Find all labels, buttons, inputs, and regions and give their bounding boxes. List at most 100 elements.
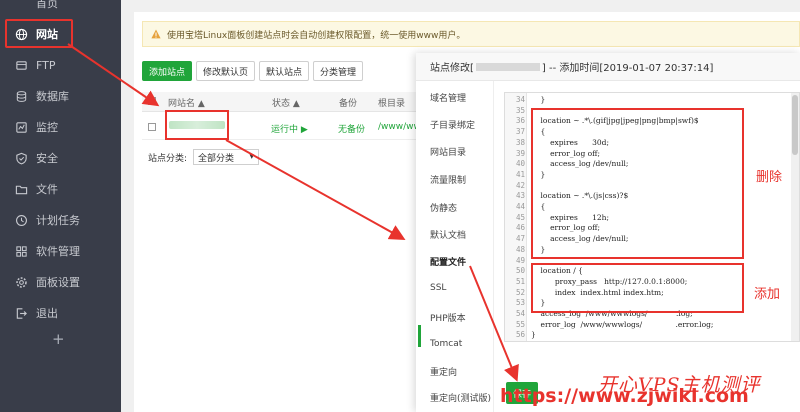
editor-scrollbar-thumb[interactable] bbox=[792, 95, 798, 155]
tab-config-file[interactable]: 配置文件 bbox=[430, 255, 466, 268]
database-icon bbox=[14, 89, 28, 103]
sidebar: 首页 网站 FTP 数据库 监控 安全 文件 计划任务 软件管理 面板设置 退出… bbox=[0, 0, 121, 412]
sidebar-item-label: 软件管理 bbox=[36, 245, 80, 258]
line-number: 37 bbox=[515, 127, 525, 137]
sidebar-item-settings[interactable]: 面板设置 bbox=[0, 267, 121, 297]
line-number: 45 bbox=[515, 212, 525, 222]
line-number: 42 bbox=[515, 180, 525, 190]
warning-icon bbox=[151, 29, 161, 39]
site-category-filter: 站点分类: 全部分类 ▾ bbox=[148, 149, 260, 165]
line-number: 44 bbox=[515, 202, 525, 211]
row-checkbox[interactable] bbox=[148, 123, 156, 131]
line-number: 47 bbox=[515, 234, 525, 244]
sidebar-item-label: 退出 bbox=[36, 307, 58, 320]
sidebar-item-label: 计划任务 bbox=[36, 214, 80, 227]
line-number: 46 bbox=[515, 223, 525, 233]
highlight-box-site-name bbox=[165, 110, 229, 140]
line-number: 35 bbox=[515, 105, 525, 115]
toolbar: 添加站点 修改默认页 默认站点 分类管理 bbox=[142, 61, 367, 81]
line-number: 54 bbox=[515, 309, 525, 318]
notice-text: 使用宝塔Linux面板创建站点时会自动创建权限配置，统一使用www用户。 bbox=[167, 30, 466, 41]
gear-icon bbox=[14, 275, 28, 289]
ftp-icon bbox=[14, 58, 28, 72]
monitor-icon bbox=[14, 120, 28, 134]
row-status[interactable]: 运行中 ▶ bbox=[271, 122, 308, 135]
tab-rewrite[interactable]: 伪静态 bbox=[430, 201, 457, 214]
line-number: 40 bbox=[515, 159, 525, 169]
sidebar-item-database[interactable]: 数据库 bbox=[0, 81, 121, 111]
sidebar-item-logout[interactable]: 退出 bbox=[0, 298, 121, 328]
highlight-box-delete bbox=[531, 108, 744, 259]
line-number: 41 bbox=[515, 169, 525, 179]
line-number: 34 bbox=[515, 95, 525, 104]
sidebar-item-security[interactable]: 安全 bbox=[0, 143, 121, 173]
logout-icon bbox=[14, 306, 28, 320]
line-number: 56 bbox=[515, 330, 525, 340]
tab-php-version[interactable]: PHP版本 bbox=[430, 311, 466, 324]
sidebar-item-monitor[interactable]: 监控 bbox=[0, 112, 121, 142]
site-name-redacted bbox=[475, 62, 540, 71]
sidebar-item-cron[interactable]: 计划任务 bbox=[0, 205, 121, 235]
line-number: 51 bbox=[515, 276, 525, 286]
category-select-value: 全部分类 bbox=[198, 153, 235, 164]
grid-icon bbox=[14, 244, 28, 258]
line-number: 36 bbox=[515, 116, 525, 126]
sidebar-item-home[interactable]: 首页 bbox=[0, 0, 121, 18]
sidebar-item-files[interactable]: 文件 bbox=[0, 174, 121, 204]
tab-default-doc[interactable]: 默认文档 bbox=[430, 228, 466, 241]
line-number: 48 bbox=[515, 244, 525, 254]
line-number: 39 bbox=[515, 148, 525, 158]
tab-site-dir[interactable]: 网站目录 bbox=[430, 145, 466, 158]
code-line[interactable]: } bbox=[531, 95, 546, 105]
shield-icon bbox=[14, 151, 28, 165]
clock-icon bbox=[14, 213, 28, 227]
tab-redirect-beta[interactable]: 重定向(测试版) bbox=[430, 391, 491, 404]
sidebar-item-label: 数据库 bbox=[36, 90, 69, 103]
notice-banner: 使用宝塔Linux面板创建站点时会自动创建权限配置，统一使用www用户。 bbox=[142, 21, 800, 47]
modal-title-suffix: ] -- 添加时间[2019-01-07 20:37:14] bbox=[541, 63, 714, 74]
line-number: 50 bbox=[515, 266, 525, 276]
filter-label: 站点分类: bbox=[148, 153, 188, 164]
sidebar-item-software[interactable]: 软件管理 bbox=[0, 236, 121, 266]
tab-ssl[interactable]: SSL bbox=[430, 283, 446, 293]
column-header-site-name[interactable]: 网站名 ▲ bbox=[168, 96, 205, 109]
code-line[interactable]: } bbox=[531, 330, 536, 340]
line-number: 43 bbox=[515, 191, 525, 201]
tab-domain[interactable]: 域名管理 bbox=[430, 91, 466, 104]
sidebar-item-label: 首页 bbox=[36, 0, 58, 10]
line-number: 49 bbox=[515, 255, 525, 265]
tab-redirect[interactable]: 重定向 bbox=[430, 365, 457, 378]
watermark-url: https://www.zjwiki.com bbox=[500, 385, 749, 407]
edit-default-page-button[interactable]: 修改默认页 bbox=[196, 61, 256, 81]
annotation-delete: 删除 bbox=[756, 170, 783, 185]
tab-tomcat[interactable]: Tomcat bbox=[430, 339, 462, 349]
select-all-checkbox[interactable] bbox=[148, 97, 156, 105]
column-header-root: 根目录 bbox=[378, 99, 406, 109]
row-backup[interactable]: 无备份 bbox=[338, 122, 365, 135]
category-select[interactable]: 全部分类 ▾ bbox=[193, 149, 260, 165]
add-icon[interactable]: + bbox=[52, 330, 65, 348]
sidebar-item-label: FTP bbox=[36, 58, 56, 72]
tab-subdir[interactable]: 子目录绑定 bbox=[430, 118, 475, 131]
editor-scrollbar[interactable] bbox=[791, 93, 799, 341]
column-header-status[interactable]: 状态 ▲ bbox=[272, 96, 300, 109]
default-site-button[interactable]: 默认站点 bbox=[259, 61, 310, 81]
line-number: 55 bbox=[515, 319, 525, 329]
highlight-box-add bbox=[531, 263, 744, 313]
annotation-add: 添加 bbox=[754, 287, 781, 302]
sidebar-item-ftp[interactable]: FTP bbox=[0, 50, 121, 80]
tab-traffic-limit[interactable]: 流量限制 bbox=[430, 173, 466, 186]
folder-icon bbox=[14, 182, 28, 196]
modal-nav: 域名管理 子目录绑定 网站目录 流量限制 伪静态 默认文档 配置文件 SSL P… bbox=[416, 81, 494, 412]
sidebar-item-label: 安全 bbox=[36, 152, 58, 165]
add-site-button[interactable]: 添加站点 bbox=[142, 61, 193, 81]
category-manage-button[interactable]: 分类管理 bbox=[313, 61, 364, 81]
line-number: 53 bbox=[515, 298, 525, 308]
code-line[interactable]: error_log /www/wwwlogs/ .error.log; bbox=[531, 320, 714, 330]
line-number: 38 bbox=[515, 137, 525, 147]
home-icon bbox=[14, 0, 28, 10]
sidebar-item-label: 面板设置 bbox=[36, 276, 80, 289]
highlight-box-website bbox=[5, 19, 73, 48]
sidebar-item-label: 监控 bbox=[36, 121, 58, 134]
sidebar-item-label: 文件 bbox=[36, 183, 58, 196]
